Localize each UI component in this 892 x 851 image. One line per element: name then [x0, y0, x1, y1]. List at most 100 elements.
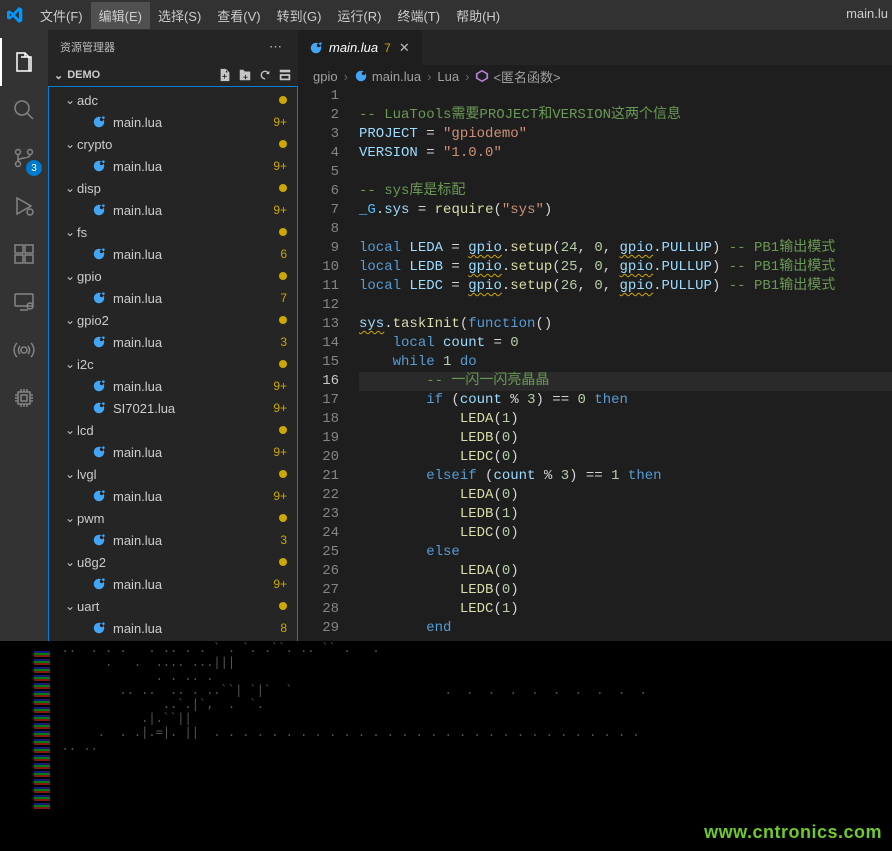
- new-file-icon[interactable]: [218, 68, 232, 82]
- activity-chip[interactable]: [0, 374, 48, 422]
- lua-file-icon: [91, 444, 107, 460]
- chevron-down-icon: ⌄: [63, 357, 77, 371]
- folder-label: disp: [77, 181, 101, 196]
- bc-file[interactable]: main.lua: [372, 69, 421, 84]
- file-main.lua[interactable]: main.lua 7: [49, 287, 297, 309]
- folder-disp[interactable]: ⌄disp: [49, 177, 297, 199]
- file-main.lua[interactable]: main.lua9+: [49, 111, 297, 133]
- folder-gpio[interactable]: ⌄gpio: [49, 265, 297, 287]
- activity-scm[interactable]: 3: [0, 134, 48, 182]
- folder-adc[interactable]: ⌄adc: [49, 89, 297, 111]
- folder-label: adc: [77, 93, 98, 108]
- file-main.lua[interactable]: main.lua8: [49, 617, 297, 639]
- menu-select[interactable]: 选择(S): [150, 2, 209, 29]
- git-modified-dot: [279, 558, 287, 566]
- bc-symbol[interactable]: <匿名函数>: [493, 67, 560, 86]
- git-modified-count: 6: [280, 247, 287, 261]
- file-label: main.lua: [113, 489, 162, 504]
- window-title: main.lu: [846, 6, 888, 21]
- monitor-icon: [12, 290, 36, 314]
- folder-fs[interactable]: ⌄fs: [49, 221, 297, 243]
- menu-file[interactable]: 文件(F): [32, 2, 91, 29]
- folder-gpio2[interactable]: ⌄gpio2: [49, 309, 297, 331]
- folder-u8g2[interactable]: ⌄u8g2: [49, 551, 297, 573]
- folder-lvgl[interactable]: ⌄lvgl: [49, 463, 297, 485]
- activity-live[interactable]: [0, 326, 48, 374]
- sidebar-header: 资源管理器 ⋯: [48, 30, 298, 64]
- file-main.lua[interactable]: main.lua3: [49, 331, 297, 353]
- bc-folder[interactable]: gpio: [313, 69, 338, 84]
- git-modified-count: 9+: [273, 489, 287, 503]
- folder-label: pwm: [77, 511, 104, 526]
- sidebar-more-icon[interactable]: ⋯: [265, 39, 286, 55]
- chevron-right-icon: ›: [465, 69, 469, 84]
- vscode-logo-icon: [6, 6, 24, 24]
- sidebar-root[interactable]: ⌄ DEMO: [48, 64, 298, 86]
- lua-file-icon: [91, 158, 107, 174]
- file-main.lua[interactable]: main.lua9+: [49, 375, 297, 397]
- activity-remote[interactable]: [0, 278, 48, 326]
- file-label: main.lua: [113, 577, 162, 592]
- bc-lang[interactable]: Lua: [437, 69, 459, 84]
- folder-lcd[interactable]: ⌄lcd: [49, 419, 297, 441]
- folder-label: gpio2: [77, 313, 109, 328]
- menu-view[interactable]: 查看(V): [209, 2, 268, 29]
- chevron-down-icon: ⌄: [63, 467, 77, 481]
- new-folder-icon[interactable]: [238, 68, 252, 82]
- lua-file-icon: [91, 620, 107, 636]
- search-icon: [12, 98, 36, 122]
- folder-label: lvgl: [77, 467, 97, 482]
- tab-main-lua[interactable]: main.lua 7 ✕: [299, 30, 423, 65]
- folder-i2c[interactable]: ⌄i2c: [49, 353, 297, 375]
- breadcrumb[interactable]: gpio › main.lua › Lua › <匿名函数>: [299, 65, 892, 87]
- activity-search[interactable]: [0, 86, 48, 134]
- tab-filename: main.lua: [329, 40, 378, 55]
- symbol-icon: [475, 69, 489, 83]
- tab-close-icon[interactable]: ✕: [397, 38, 412, 58]
- chevron-down-icon: ⌄: [63, 137, 77, 151]
- chevron-down-icon: ⌄: [63, 313, 77, 327]
- folder-uart[interactable]: ⌄uart: [49, 595, 297, 617]
- chip-icon: [12, 386, 36, 410]
- file-main.lua[interactable]: main.lua9+: [49, 441, 297, 463]
- refresh-icon[interactable]: [258, 68, 272, 82]
- corrupt-region: .. . . . . .. . . ` . `. .``. .. `` . . …: [0, 641, 892, 851]
- file-main.lua[interactable]: main.lua 6: [49, 243, 297, 265]
- file-label: main.lua: [113, 291, 162, 306]
- collapse-icon[interactable]: [278, 68, 292, 82]
- chevron-down-icon: ⌄: [63, 93, 77, 107]
- file-main.lua[interactable]: main.lua3: [49, 529, 297, 551]
- file-main.lua[interactable]: main.lua9+: [49, 573, 297, 595]
- scm-badge: 3: [26, 160, 42, 176]
- menu-edit[interactable]: 编辑(E): [91, 2, 150, 29]
- file-label: main.lua: [113, 203, 162, 218]
- git-modified-dot: [279, 316, 287, 324]
- menu-run[interactable]: 运行(R): [329, 2, 389, 29]
- file-SI7021.lua[interactable]: SI7021.lua9+: [49, 397, 297, 419]
- menu-goto[interactable]: 转到(G): [269, 2, 330, 29]
- git-modified-count: 7: [280, 291, 287, 305]
- folder-label: i2c: [77, 357, 94, 372]
- folder-label: gpio: [77, 269, 102, 284]
- menubar: 文件(F) 编辑(E) 选择(S) 查看(V) 转到(G) 运行(R) 终端(T…: [0, 0, 892, 30]
- file-main.lua[interactable]: main.lua9+: [49, 199, 297, 221]
- lua-file-icon: [91, 114, 107, 130]
- menu-help[interactable]: 帮助(H): [448, 2, 508, 29]
- activity-extensions[interactable]: [0, 230, 48, 278]
- menu-terminal[interactable]: 终端(T): [389, 2, 448, 29]
- lua-file-icon: [91, 202, 107, 218]
- sidebar-title: 资源管理器: [60, 39, 115, 55]
- root-label: DEMO: [67, 69, 100, 81]
- folder-pwm[interactable]: ⌄pwm: [49, 507, 297, 529]
- file-label: main.lua: [113, 247, 162, 262]
- file-main.lua[interactable]: main.lua 9+: [49, 485, 297, 507]
- lua-file-icon: [91, 378, 107, 394]
- activity-debug[interactable]: [0, 182, 48, 230]
- git-modified-dot: [279, 140, 287, 148]
- file-label: main.lua: [113, 115, 162, 130]
- git-modified-dot: [279, 360, 287, 368]
- git-modified-dot: [279, 426, 287, 434]
- file-main.lua[interactable]: main.lua9+: [49, 155, 297, 177]
- folder-crypto[interactable]: ⌄crypto: [49, 133, 297, 155]
- activity-explorer[interactable]: [0, 38, 48, 86]
